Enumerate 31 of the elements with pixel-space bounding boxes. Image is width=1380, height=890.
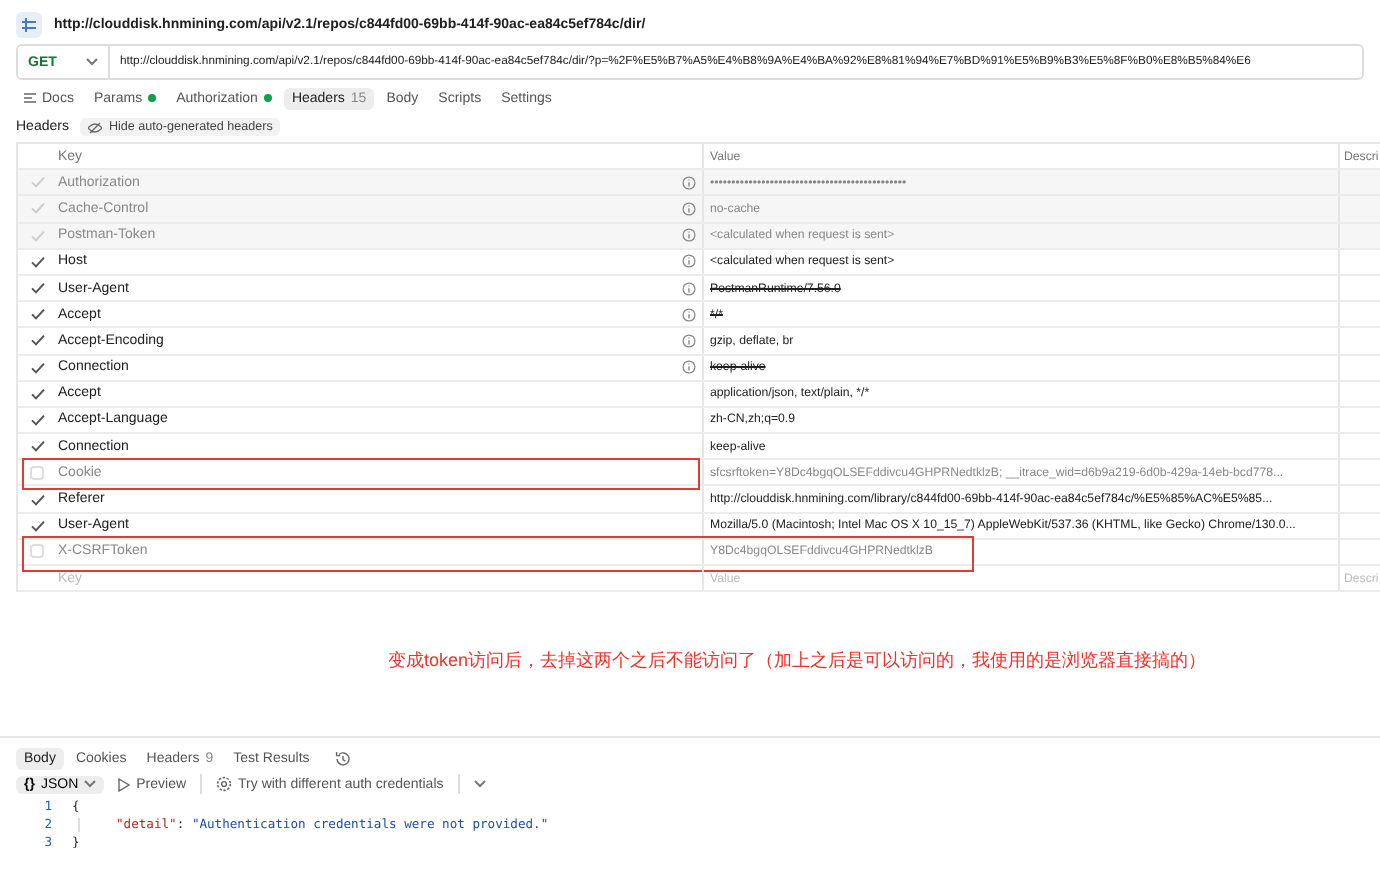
checkmark-icon[interactable] [30, 517, 46, 534]
checkmark-icon[interactable] [30, 385, 46, 402]
annotation-text: 变成token访问后，去掉这两个之后不能访问了（加上之后是可以访问的，我使用的是浏览器直接搞的） [386, 648, 1209, 675]
checkmark-icon[interactable] [30, 253, 46, 270]
caret-icon [86, 58, 98, 66]
info-icon[interactable] [682, 281, 696, 296]
history-icon[interactable] [333, 750, 352, 769]
checkmark-icon[interactable] [30, 491, 46, 508]
info-icon[interactable] [682, 360, 696, 375]
info-icon[interactable] [682, 254, 696, 269]
checkmark-icon[interactable] [30, 438, 46, 455]
info-icon[interactable] [682, 307, 696, 322]
info-icon[interactable] [682, 228, 696, 243]
hidden-icon [88, 121, 103, 133]
play-icon [118, 777, 131, 792]
checkbox[interactable] [30, 465, 44, 480]
checkmark-icon[interactable] [30, 359, 46, 376]
info-icon[interactable] [682, 333, 696, 348]
more-options-button[interactable] [471, 778, 488, 791]
checkmark-icon[interactable] [30, 411, 46, 428]
checkmark-icon[interactable] [30, 332, 46, 349]
request-icon [16, 11, 42, 37]
info-icon[interactable] [682, 201, 696, 216]
checkbox[interactable] [30, 544, 44, 559]
checkmark-icon[interactable] [30, 280, 46, 297]
checkmark-icon[interactable] [30, 306, 46, 323]
info-icon[interactable] [682, 175, 696, 190]
docs-icon [24, 92, 36, 104]
caret-icon [84, 780, 97, 789]
gear-icon [216, 776, 233, 793]
caret-icon [473, 780, 486, 789]
